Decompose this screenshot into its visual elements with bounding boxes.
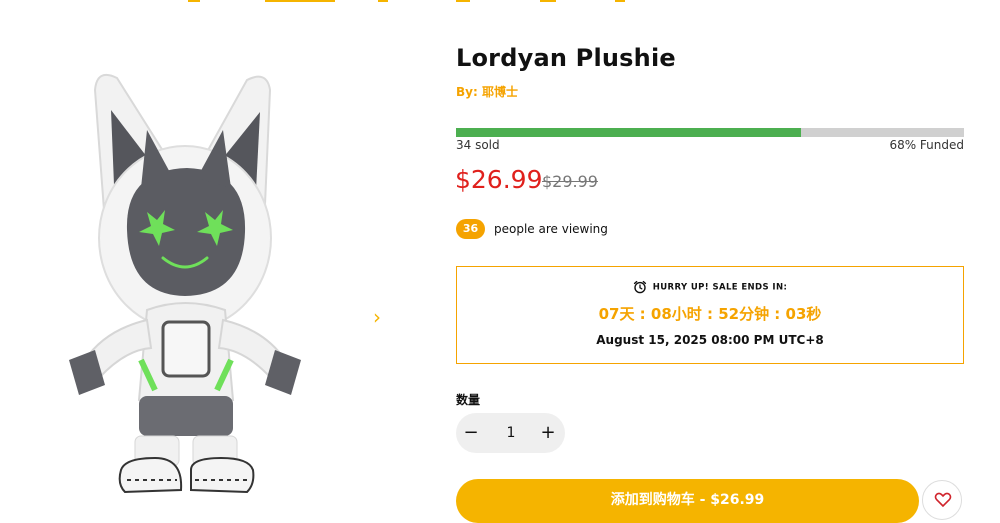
sale-heading: HURRY UP! SALE ENDS IN: xyxy=(652,282,788,293)
wishlist-button[interactable] xyxy=(922,480,962,520)
quantity-label: 数量 xyxy=(456,393,481,407)
sale-end-date: August 15, 2025 08:00 PM UTC+8 xyxy=(596,333,824,347)
minus-icon: − xyxy=(463,422,479,443)
heart-icon xyxy=(934,492,952,508)
current-price: $26.99 xyxy=(455,165,543,194)
quantity-increase-button[interactable]: + xyxy=(533,413,563,453)
plus-icon: + xyxy=(540,422,556,443)
top-banner-remnant xyxy=(0,0,1000,8)
sold-count: 34 sold xyxy=(456,138,500,152)
chevron-right-icon: › xyxy=(373,305,381,329)
product-title: Lordyan Plushie xyxy=(456,44,676,72)
viewer-count-label: people are viewing xyxy=(494,222,608,236)
sale-countdown-box: HURRY UP! SALE ENDS IN: 07天 : 08小时 : 52分… xyxy=(456,266,964,364)
product-creator[interactable]: By: 耶博士 xyxy=(456,83,518,100)
original-price: $29.99 xyxy=(542,172,598,191)
add-to-cart-label: 添加到购物车 - $26.99 xyxy=(610,492,765,508)
countdown-timer: 07天 : 08小时 : 52分钟 : 03秒 xyxy=(598,305,822,323)
viewer-count-badge: 36 xyxy=(456,219,485,239)
sale-heading-row: HURRY UP! SALE ENDS IN: xyxy=(457,280,963,294)
alarm-clock-icon xyxy=(633,280,646,294)
quantity-input[interactable] xyxy=(496,413,526,453)
add-to-cart-button[interactable]: 添加到购物车 - $26.99 xyxy=(456,479,919,523)
quantity-stepper: − + xyxy=(456,413,565,453)
funding-progress-fill xyxy=(456,128,802,137)
product-gallery: › xyxy=(0,40,400,502)
product-image xyxy=(69,74,301,494)
funding-progress-bar xyxy=(456,128,964,137)
gallery-next-button[interactable]: › xyxy=(365,302,389,332)
quantity-decrease-button[interactable]: − xyxy=(456,413,486,453)
funded-percent: 68% Funded xyxy=(889,138,964,152)
